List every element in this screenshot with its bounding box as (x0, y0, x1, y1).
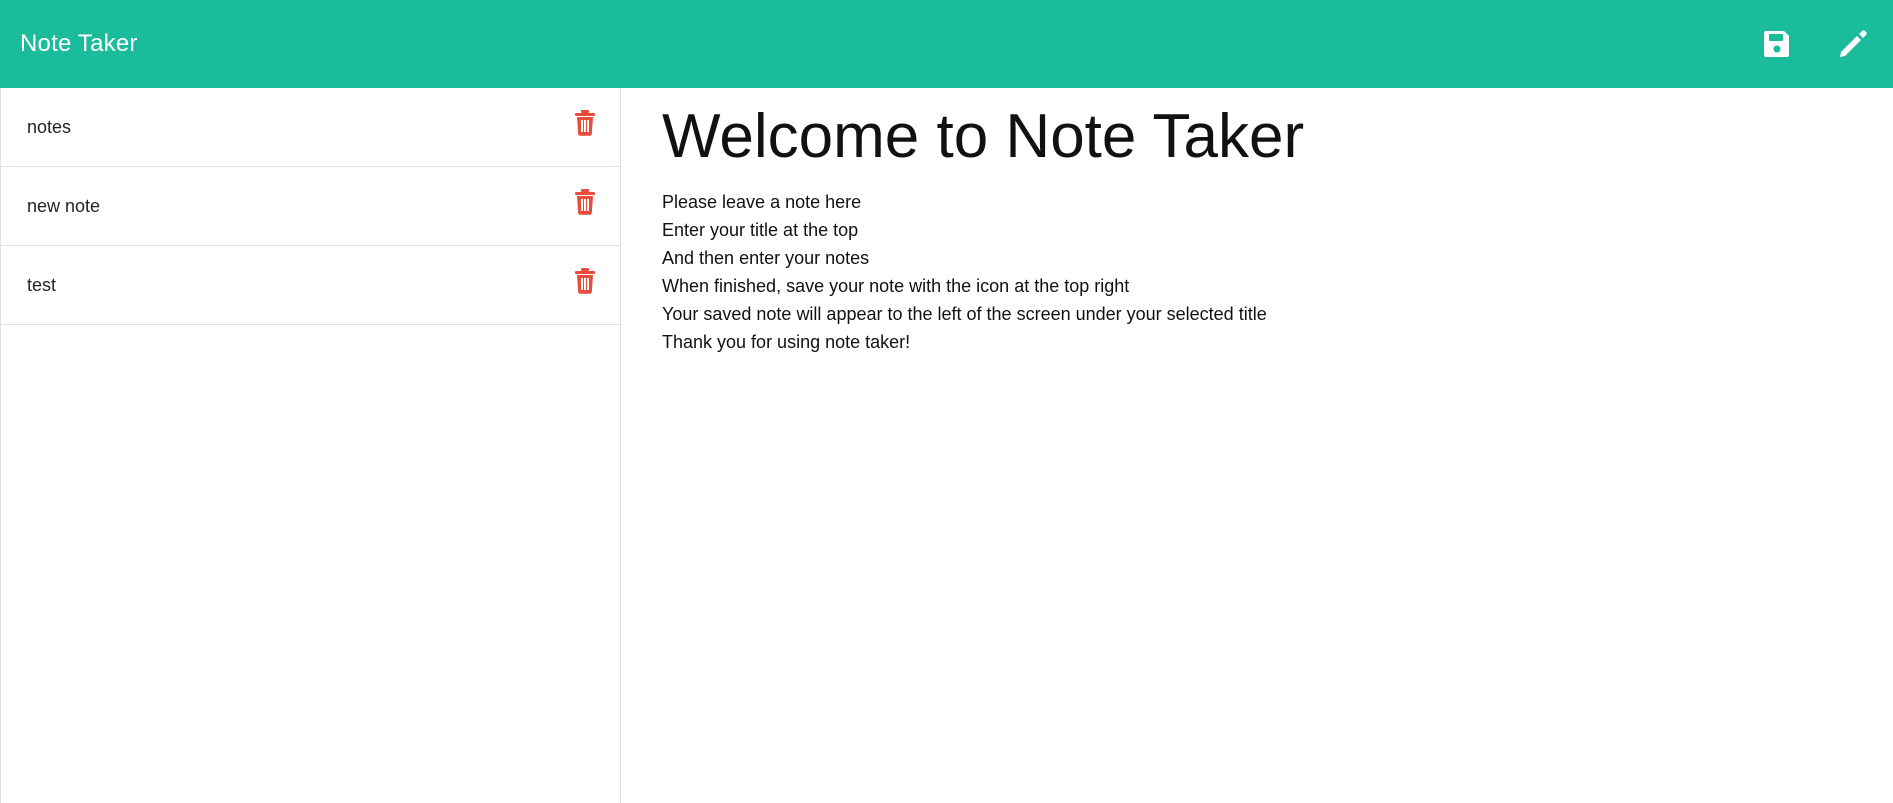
note-line: Enter your title at the top (662, 220, 859, 240)
trash-icon[interactable] (574, 268, 596, 294)
list-item[interactable]: notes (1, 88, 620, 167)
save-icon[interactable] (1759, 26, 1795, 62)
trash-icon[interactable] (574, 189, 596, 215)
note-line: Your saved note will appear to the left … (662, 304, 1267, 324)
list-item-title[interactable]: notes (27, 117, 71, 138)
trash-icon[interactable] (574, 110, 596, 136)
note-title-field[interactable]: Welcome to Note Taker (662, 106, 1853, 168)
note-line: Thank you for using note taker! (662, 332, 911, 352)
note-line: And then enter your notes (662, 248, 870, 268)
nav-actions (1759, 26, 1873, 62)
notes-list: notes new note test (0, 88, 621, 803)
list-item-title[interactable]: new note (27, 196, 100, 217)
app-brand[interactable]: Note Taker (20, 32, 138, 56)
list-item-title[interactable]: test (27, 275, 56, 296)
note-editor: Welcome to Note Taker Please leave a not… (622, 88, 1893, 803)
note-text-area[interactable]: Please leave a note here Enter your titl… (662, 188, 1853, 356)
note-line: Please leave a note here (662, 192, 862, 212)
note-line: When finished, save your note with the i… (662, 276, 1130, 296)
top-navbar: Note Taker (0, 0, 1893, 88)
pencil-icon[interactable] (1835, 26, 1871, 62)
list-item[interactable]: test (1, 246, 620, 325)
list-item[interactable]: new note (1, 167, 620, 246)
